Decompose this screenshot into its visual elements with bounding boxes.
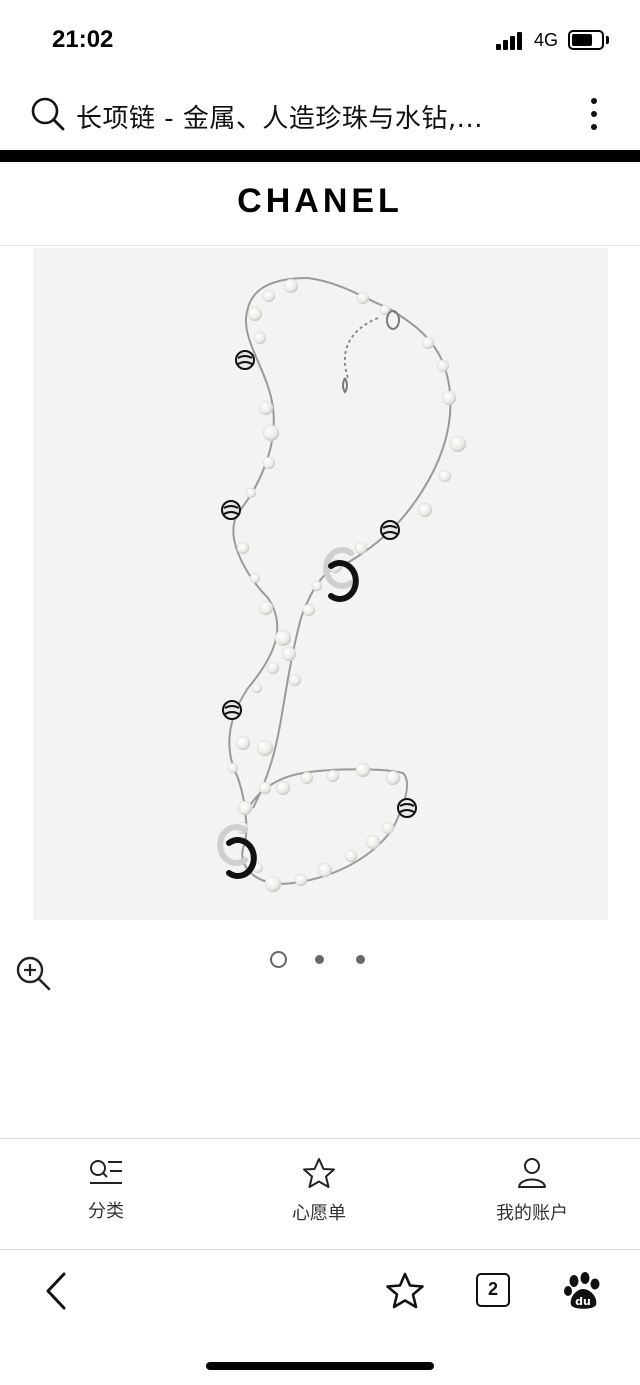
carousel-dot-3[interactable] xyxy=(356,955,365,964)
bookmark-star-icon[interactable] xyxy=(385,1271,425,1311)
battery-cap xyxy=(606,36,609,44)
carousel-indicator xyxy=(268,950,378,970)
user-icon xyxy=(518,1158,546,1188)
divider-bar xyxy=(0,150,640,162)
site-bottom-nav: 分类 心愿单 我的账户 xyxy=(0,1138,640,1250)
network-label: 4G xyxy=(534,30,559,50)
brand-header: CHANEL xyxy=(0,162,640,246)
nav-item-category[interactable]: 分类 xyxy=(46,1157,166,1223)
baidu-paw-icon[interactable]: du xyxy=(563,1271,603,1311)
status-bar: 21:02 4G xyxy=(0,0,640,80)
star-icon xyxy=(303,1158,335,1188)
carousel-dot-1[interactable] xyxy=(270,951,287,968)
address-bar[interactable]: 长项链 - 金属、人造珍珠与水钻,... xyxy=(0,80,640,150)
svg-text:du: du xyxy=(575,1295,591,1308)
nav-label-account: 我的账户 xyxy=(496,1203,568,1224)
status-time: 21:02 xyxy=(52,26,114,53)
category-icon xyxy=(90,1160,122,1184)
search-icon[interactable] xyxy=(30,96,66,132)
product-image[interactable] xyxy=(33,248,608,920)
back-icon[interactable] xyxy=(40,1271,70,1311)
nav-label-wishlist: 心愿单 xyxy=(292,1203,346,1224)
nav-item-account[interactable]: 我的账户 xyxy=(472,1157,592,1225)
home-indicator xyxy=(206,1362,434,1370)
battery-icon xyxy=(568,30,604,50)
brand-logo[interactable]: CHANEL xyxy=(237,182,403,221)
nav-item-wishlist[interactable]: 心愿单 xyxy=(259,1157,379,1225)
nav-label-category: 分类 xyxy=(88,1201,124,1222)
carousel-dot-2[interactable] xyxy=(315,955,324,964)
zoom-icon[interactable] xyxy=(14,954,52,992)
necklace-illustration xyxy=(217,277,467,893)
tabs-button[interactable]: 2 xyxy=(476,1273,510,1307)
signal-icon xyxy=(496,32,524,50)
more-menu-icon[interactable] xyxy=(584,96,604,132)
page-title[interactable]: 长项链 - 金属、人造珍珠与水钻,... xyxy=(76,98,483,135)
